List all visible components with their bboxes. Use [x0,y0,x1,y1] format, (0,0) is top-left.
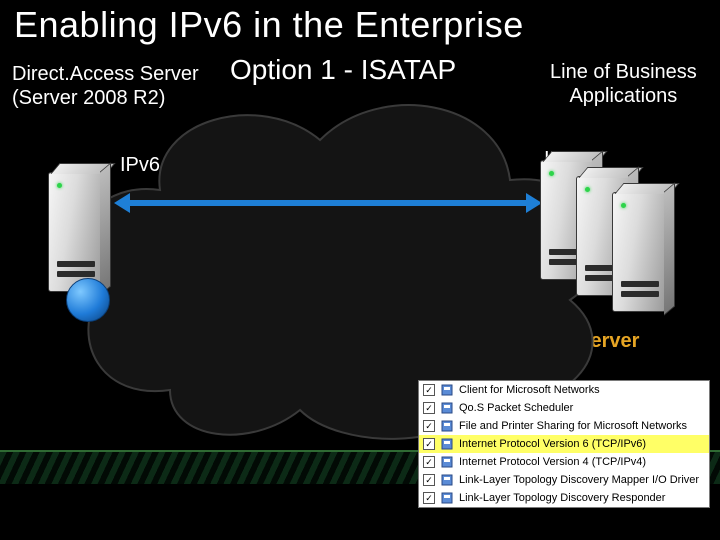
slide-title: Enabling IPv6 in the Enterprise [14,4,524,46]
network-component-icon [440,473,454,487]
network-component-icon [440,437,454,451]
checkbox-icon[interactable]: ✓ [423,492,435,504]
bidirectional-arrow [128,200,528,206]
network-item-row[interactable]: ✓ Client for Microsoft Networks [419,381,709,399]
checkbox-icon[interactable]: ✓ [423,474,435,486]
network-item-label: Internet Protocol Version 4 (TCP/IPv4) [459,455,646,469]
network-item-row[interactable]: ✓ File and Printer Sharing for Microsoft … [419,417,709,435]
network-item-label: Link-Layer Topology Discovery Mapper I/O… [459,473,699,487]
network-component-icon [440,455,454,469]
network-component-icon [440,419,454,433]
network-component-icon [440,401,454,415]
network-item-label: Client for Microsoft Networks [459,383,600,397]
checkbox-icon[interactable]: ✓ [423,420,435,432]
lob-server-icon [612,192,676,332]
network-components-panel: ✓ Client for Microsoft Networks ✓ Qo.S Pack… [418,380,710,508]
network-item-row[interactable]: ✓ Qo.S Packet Scheduler [419,399,709,417]
checkbox-icon[interactable]: ✓ [423,456,435,468]
network-item-row[interactable]: ✓ Link-Layer Topology Discovery Mapper I/… [419,471,709,489]
network-component-icon [440,491,454,505]
network-item-row[interactable]: ✓ Internet Protocol Version 6 (TCP/IPv6) [419,435,709,453]
network-component-icon [440,383,454,397]
network-item-label: Qo.S Packet Scheduler [459,401,573,415]
checkbox-icon[interactable]: ✓ [423,438,435,450]
network-item-label: Link-Layer Topology Discovery Responder [459,491,665,505]
network-item-label: File and Printer Sharing for Microsoft N… [459,419,687,433]
checkbox-icon[interactable]: ✓ [423,384,435,396]
network-item-row[interactable]: ✓ Link-Layer Topology Discovery Responder [419,489,709,507]
checkbox-icon[interactable]: ✓ [423,402,435,414]
network-item-row[interactable]: ✓ Internet Protocol Version 4 (TCP/IPv4) [419,453,709,471]
network-item-label: Internet Protocol Version 6 (TCP/IPv6) [459,437,646,451]
globe-icon [66,278,110,322]
